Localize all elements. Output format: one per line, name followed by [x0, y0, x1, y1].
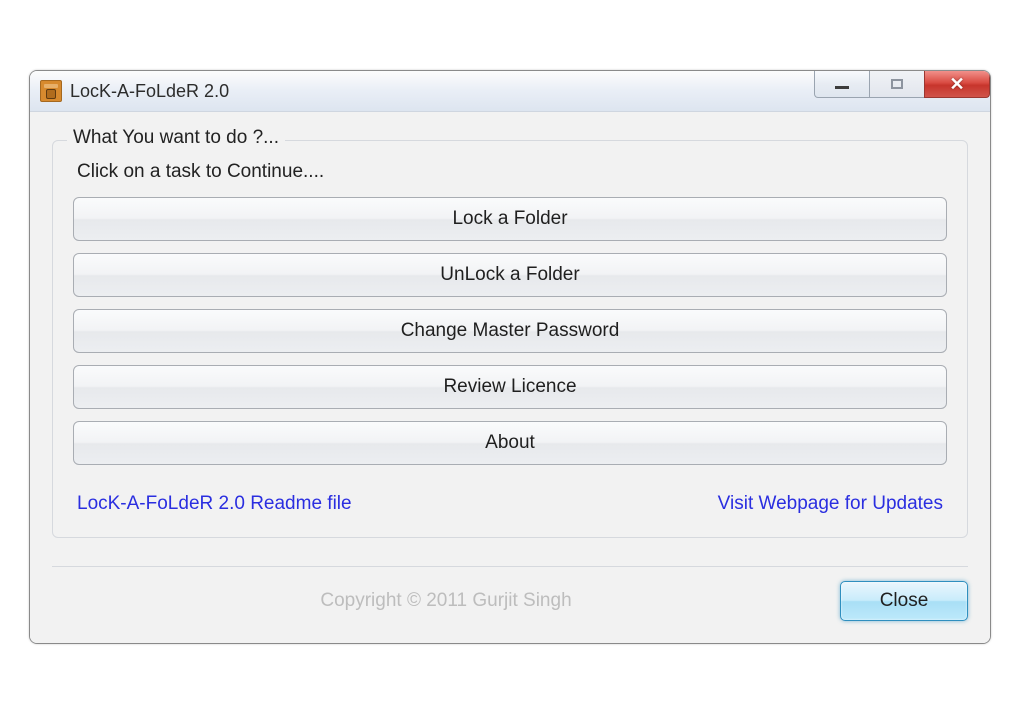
minimize-icon — [835, 86, 849, 89]
window-title: LocK-A-FoLdeR 2.0 — [70, 81, 229, 102]
window-controls: ✕ — [815, 71, 990, 111]
client-area: What You want to do ?... Click on a task… — [30, 112, 990, 643]
links-row: LocK-A-FoLdeR 2.0 Readme file Visit Webp… — [73, 493, 947, 515]
change-master-password-button[interactable]: Change Master Password — [73, 309, 947, 353]
groupbox-legend: What You want to do ?... — [67, 127, 285, 149]
folder-lock-icon — [40, 80, 62, 102]
titlebar-left: LocK-A-FoLdeR 2.0 — [40, 80, 229, 102]
app-window: LocK-A-FoLdeR 2.0 ✕ What You want to do … — [29, 70, 991, 644]
task-groupbox: What You want to do ?... Click on a task… — [52, 140, 968, 538]
titlebar: LocK-A-FoLdeR 2.0 ✕ — [30, 71, 990, 112]
close-icon: ✕ — [949, 75, 964, 93]
updates-link[interactable]: Visit Webpage for Updates — [718, 493, 943, 515]
close-window-button[interactable]: ✕ — [924, 71, 990, 98]
footer: Copyright © 2011 Gurjit Singh Close — [52, 566, 968, 621]
lock-folder-button[interactable]: Lock a Folder — [73, 197, 947, 241]
groupbox-subtitle: Click on a task to Continue.... — [77, 161, 947, 183]
maximize-icon — [891, 79, 903, 89]
close-button[interactable]: Close — [840, 581, 968, 621]
unlock-folder-button[interactable]: UnLock a Folder — [73, 253, 947, 297]
minimize-button[interactable] — [814, 71, 870, 98]
about-button[interactable]: About — [73, 421, 947, 465]
readme-link[interactable]: LocK-A-FoLdeR 2.0 Readme file — [77, 493, 352, 515]
maximize-button[interactable] — [869, 71, 925, 98]
copyright-text: Copyright © 2011 Gurjit Singh — [52, 590, 840, 612]
review-licence-button[interactable]: Review Licence — [73, 365, 947, 409]
